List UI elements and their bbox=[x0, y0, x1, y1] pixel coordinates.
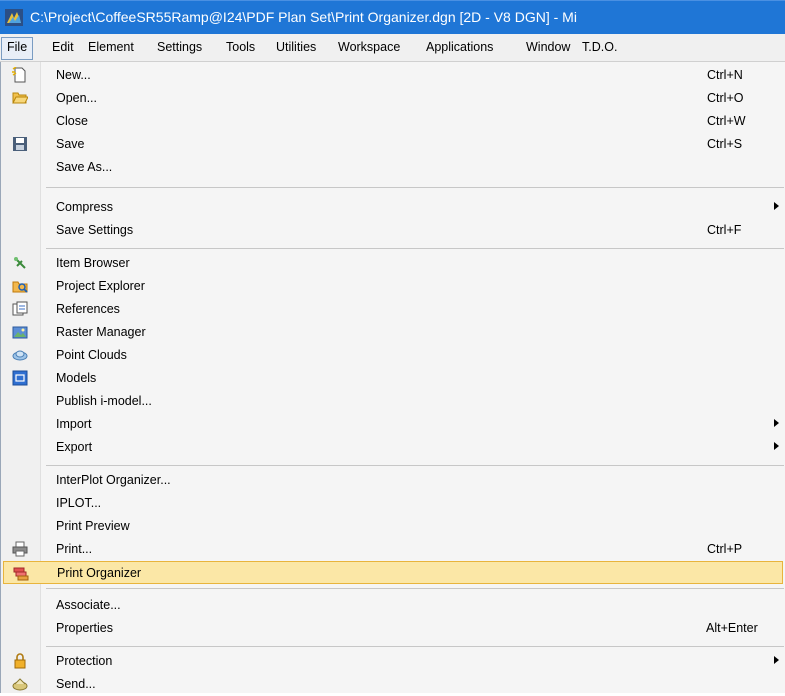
menu-item-label: Print... bbox=[56, 542, 93, 556]
menu-item-label: Export bbox=[56, 440, 93, 454]
menu-item-print-organizer[interactable]: Print Organizer bbox=[3, 561, 783, 584]
models-icon bbox=[12, 370, 28, 386]
menu-item-label: New... bbox=[56, 68, 91, 82]
submenu-arrow-icon bbox=[774, 656, 779, 664]
menu-item-label: Open... bbox=[56, 91, 97, 105]
submenu-arrow-icon bbox=[774, 442, 779, 450]
menu-item-print-preview[interactable]: Print Preview bbox=[1, 515, 785, 538]
printer-icon bbox=[12, 541, 28, 557]
menu-window[interactable]: Window bbox=[526, 40, 570, 54]
send-icon bbox=[12, 678, 28, 691]
menu-item-raster-manager[interactable]: Raster Manager bbox=[1, 321, 785, 344]
menu-item-models[interactable]: Models bbox=[1, 367, 785, 390]
menu-applications[interactable]: Applications bbox=[426, 40, 493, 54]
menu-item-item-browser[interactable]: Item Browser bbox=[1, 252, 785, 275]
item-browser-icon bbox=[14, 257, 26, 269]
new-document-icon bbox=[12, 67, 26, 83]
menu-separator bbox=[46, 248, 784, 249]
menu-item-label: Compress bbox=[56, 200, 113, 214]
print-organizer-icon bbox=[13, 567, 29, 581]
menu-item-label: Raster Manager bbox=[56, 325, 146, 339]
menu-item-open[interactable]: Open... Ctrl+O bbox=[1, 87, 785, 110]
menu-tdot[interactable]: T.D.O. bbox=[582, 40, 617, 54]
menu-item-shortcut: Ctrl+O bbox=[707, 91, 744, 105]
submenu-arrow-icon bbox=[774, 202, 779, 210]
menu-item-iplot[interactable]: IPLOT... bbox=[1, 492, 785, 515]
open-folder-icon bbox=[12, 92, 28, 104]
menu-item-references[interactable]: References bbox=[1, 298, 785, 321]
file-menu-dropdown: New... Ctrl+N Open... Ctrl+O Close Ctrl+… bbox=[0, 62, 785, 693]
menu-item-shortcut: Ctrl+S bbox=[707, 137, 743, 151]
menu-item-publish-i-model[interactable]: Publish i-model... bbox=[1, 390, 785, 413]
menu-item-shortcut: Ctrl+W bbox=[707, 114, 746, 128]
menu-item-point-clouds[interactable]: Point Clouds bbox=[1, 344, 785, 367]
title-bar: C:\Project\CoffeeSR55Ramp@I24\PDF Plan S… bbox=[0, 0, 785, 34]
menu-item-label: Publish i-model... bbox=[56, 394, 152, 408]
menu-item-label: References bbox=[56, 302, 120, 316]
menu-file[interactable]: File bbox=[1, 37, 34, 60]
save-icon bbox=[13, 137, 27, 151]
menu-item-label: Close bbox=[56, 114, 88, 128]
menu-item-print[interactable]: Print... Ctrl+P bbox=[1, 538, 785, 561]
menu-item-compress[interactable]: Compress bbox=[1, 196, 785, 219]
raster-manager-icon bbox=[12, 326, 28, 339]
menu-item-interplot-organizer[interactable]: InterPlot Organizer... bbox=[1, 469, 785, 492]
menu-item-shortcut: Ctrl+F bbox=[707, 223, 742, 237]
menu-item-label: Point Clouds bbox=[56, 348, 127, 362]
menu-item-new[interactable]: New... Ctrl+N bbox=[1, 64, 785, 87]
menu-item-label: Print Organizer bbox=[57, 566, 142, 580]
menu-item-label: Protection bbox=[56, 654, 113, 668]
references-icon bbox=[12, 301, 28, 316]
menu-item-protection[interactable]: Protection bbox=[1, 650, 785, 673]
menu-separator bbox=[46, 187, 784, 188]
protection-icon bbox=[14, 653, 26, 669]
menu-item-label: Project Explorer bbox=[56, 279, 145, 293]
menu-item-shortcut: Ctrl+P bbox=[707, 542, 743, 556]
menu-item-shortcut: Alt+Enter bbox=[706, 621, 758, 635]
menu-item-label: Save As... bbox=[56, 160, 113, 174]
menu-item-label: Save bbox=[56, 137, 85, 151]
menu-item-save-settings[interactable]: Save Settings Ctrl+F bbox=[1, 219, 785, 242]
menu-item-properties[interactable]: Properties Alt+Enter bbox=[1, 617, 785, 640]
point-clouds-icon bbox=[12, 350, 28, 361]
menu-item-shortcut: Ctrl+N bbox=[707, 68, 743, 82]
window-title: C:\Project\CoffeeSR55Ramp@I24\PDF Plan S… bbox=[30, 9, 577, 25]
menu-tools[interactable]: Tools bbox=[226, 40, 255, 54]
menu-item-close[interactable]: Close Ctrl+W bbox=[1, 110, 785, 133]
menu-bar: File Edit Element Settings Tools Utiliti… bbox=[0, 34, 785, 62]
menu-item-label: Item Browser bbox=[56, 256, 130, 270]
menu-item-associate[interactable]: Associate... bbox=[1, 594, 785, 617]
menu-item-label: Send... bbox=[56, 677, 96, 691]
menu-item-label: Models bbox=[56, 371, 97, 385]
submenu-arrow-icon bbox=[774, 419, 779, 427]
menu-item-label: Print Preview bbox=[56, 519, 130, 533]
menu-utilities[interactable]: Utilities bbox=[276, 40, 316, 54]
menu-separator bbox=[46, 465, 784, 466]
menu-item-label: Properties bbox=[56, 621, 113, 635]
menu-item-save[interactable]: Save Ctrl+S bbox=[1, 133, 785, 156]
menu-separator bbox=[46, 646, 784, 647]
microstation-icon[interactable] bbox=[5, 9, 23, 26]
menu-item-label: Associate... bbox=[56, 598, 121, 612]
menu-item-save-as[interactable]: Save As... bbox=[1, 156, 785, 179]
menu-element[interactable]: Element bbox=[88, 40, 134, 54]
menu-item-label: Save Settings bbox=[56, 223, 134, 237]
menu-settings[interactable]: Settings bbox=[157, 40, 202, 54]
menu-item-import[interactable]: Import bbox=[1, 413, 785, 436]
menu-item-label: Import bbox=[56, 417, 92, 431]
menu-item-label: InterPlot Organizer... bbox=[56, 473, 171, 487]
menu-workspace[interactable]: Workspace bbox=[338, 40, 400, 54]
menu-item-export[interactable]: Export bbox=[1, 436, 785, 459]
menu-separator bbox=[46, 588, 784, 589]
menu-item-label: IPLOT... bbox=[56, 496, 102, 510]
project-explorer-icon bbox=[12, 281, 28, 293]
menu-item-project-explorer[interactable]: Project Explorer bbox=[1, 275, 785, 298]
menu-edit[interactable]: Edit bbox=[52, 40, 74, 54]
